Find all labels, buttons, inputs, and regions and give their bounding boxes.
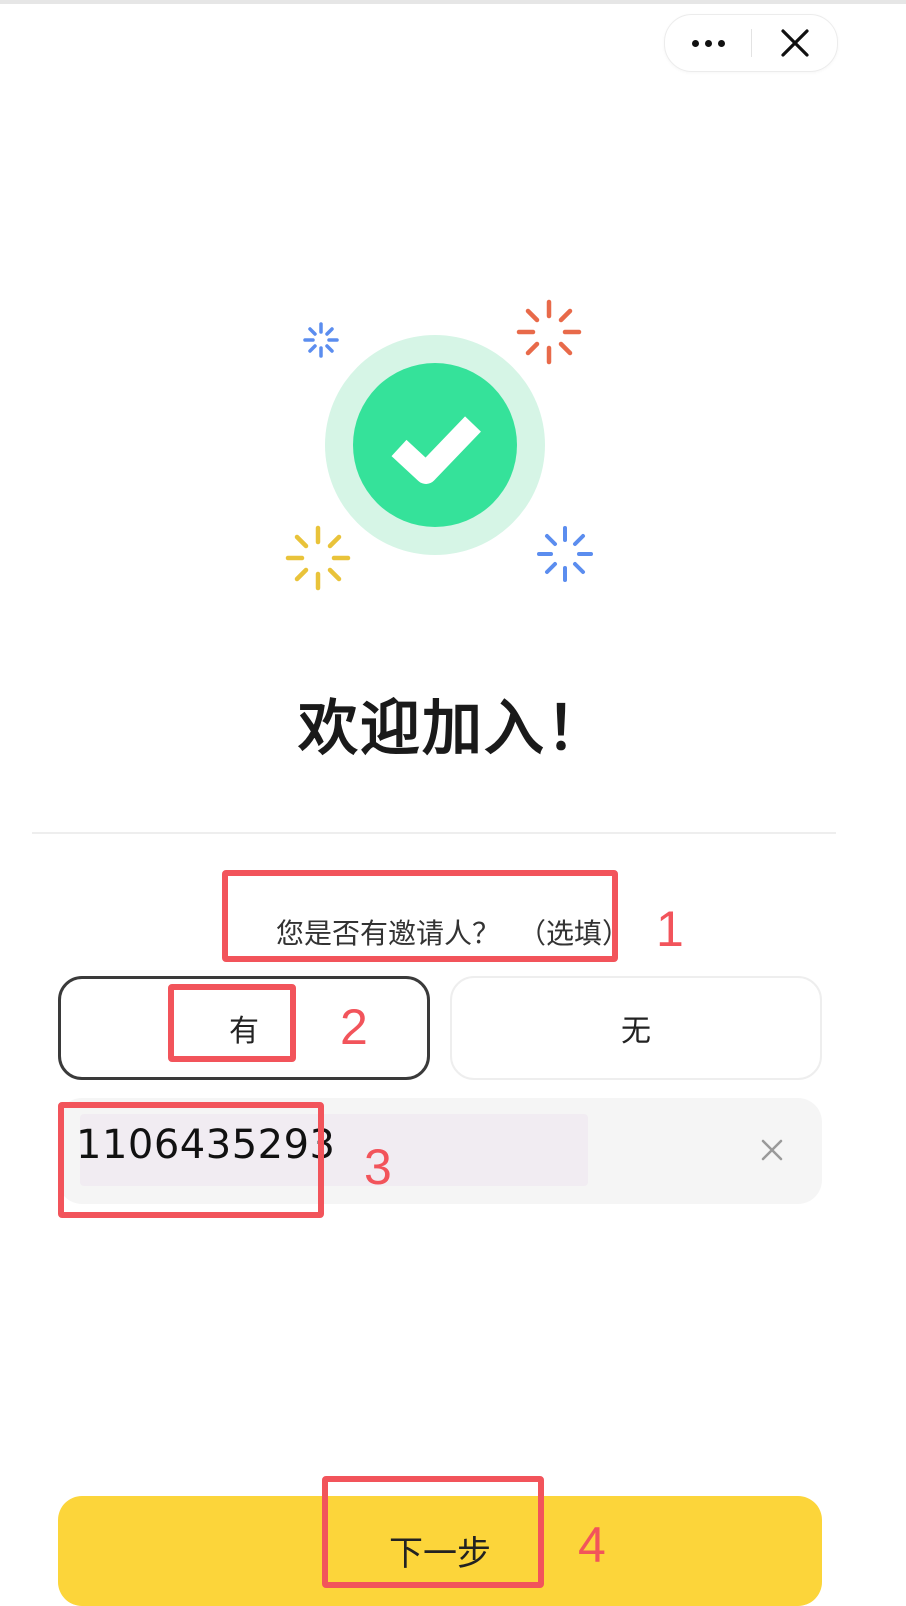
top-edge [0,0,906,4]
sparkle-icon [285,525,351,591]
success-illustration [285,299,593,591]
sparkle-icon [516,299,582,365]
success-check-icon [353,363,517,527]
clear-x-icon[interactable] [754,1132,790,1168]
mini-program-capsule [664,14,838,72]
annotation-box-4 [322,1476,544,1588]
annotation-box-2 [168,984,296,1062]
annotation-box-3 [58,1102,324,1218]
more-button[interactable] [665,15,751,71]
annotation-number-4: 4 [578,1517,606,1573]
more-dots-icon [691,39,699,47]
welcome-title: 欢迎加入！ [298,694,608,764]
annotation-number-3: 3 [364,1139,392,1195]
annotation-number-2: 2 [340,999,368,1055]
annotation-box-1 [222,870,618,962]
sparkle-icon [537,526,593,582]
divider [32,832,836,834]
close-button[interactable] [752,15,837,71]
close-icon [780,29,809,57]
option-no-button[interactable]: 无 [450,976,822,1080]
annotation-number-1: 1 [656,901,684,957]
sparkle-icon [303,322,339,358]
